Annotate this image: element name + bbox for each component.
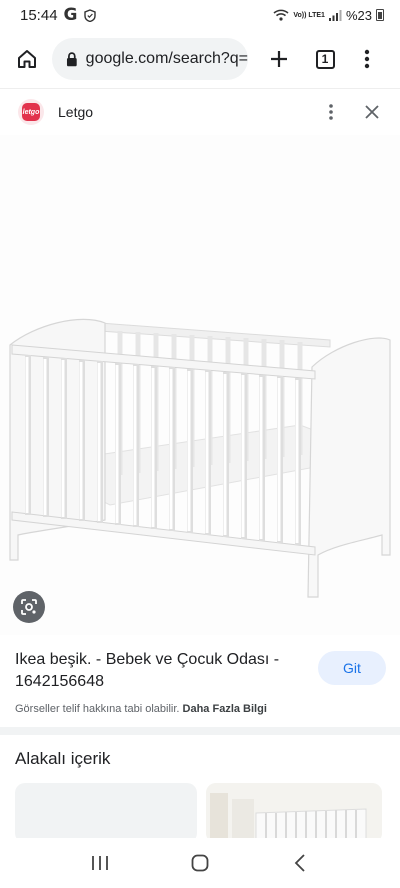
lock-icon xyxy=(66,51,77,66)
plus-icon xyxy=(271,51,287,67)
panel-header: letgo Letgo xyxy=(0,89,400,135)
back-icon xyxy=(294,854,305,872)
wifi-icon xyxy=(273,9,289,21)
volte-indicator: Vo)) LTE1 xyxy=(293,11,325,19)
related-content-heading: Alakalı içerik xyxy=(15,749,111,768)
copyright-notice: Görseller telif hakkına tabi olabilir. D… xyxy=(15,703,267,715)
shield-icon xyxy=(83,8,96,22)
signal-icon xyxy=(328,9,342,21)
copyright-text: Görseller telif hakkına tabi olabilir. xyxy=(15,703,180,715)
result-title[interactable]: Ikea beşik. - Bebek ve Çocuk Odası - 164… xyxy=(15,649,305,693)
panel-menu-button[interactable] xyxy=(326,102,336,122)
image-detail-panel: letgo Letgo Ikea beşik. - Bebek ve Çocuk… xyxy=(0,88,400,843)
system-nav-bar xyxy=(0,838,400,888)
more-vert-icon xyxy=(364,49,370,69)
nav-home-button[interactable] xyxy=(180,848,220,878)
section-divider xyxy=(0,727,400,735)
source-logo[interactable]: letgo xyxy=(18,99,44,125)
recents-icon xyxy=(92,856,108,870)
status-time: 15:44 xyxy=(20,6,58,24)
letgo-logo: letgo xyxy=(22,103,40,121)
url-text: google.com/search?q= xyxy=(85,50,248,67)
close-button[interactable] xyxy=(362,102,382,122)
lens-button[interactable] xyxy=(13,591,45,623)
related-card[interactable] xyxy=(206,783,382,843)
url-bar[interactable]: google.com/search?q= xyxy=(52,38,248,80)
battery-percent: %23 xyxy=(345,7,372,23)
related-card[interactable] xyxy=(15,783,197,843)
home-button[interactable] xyxy=(10,42,44,76)
home-icon xyxy=(18,50,36,68)
close-icon xyxy=(365,105,379,119)
back-button[interactable] xyxy=(280,848,320,878)
lens-icon xyxy=(21,599,37,615)
header-actions xyxy=(326,102,382,122)
browser-toolbar: google.com/search?q= 1 xyxy=(0,30,400,88)
status-left: 15:44 G xyxy=(20,5,96,25)
visit-button[interactable]: Git xyxy=(318,651,386,685)
new-tab-button[interactable] xyxy=(262,42,296,76)
tab-count: 1 xyxy=(315,49,335,69)
nav-home-icon xyxy=(191,854,209,872)
battery-icon xyxy=(376,9,384,21)
crib-image xyxy=(0,135,400,635)
related-crib-thumbnail xyxy=(206,783,382,843)
more-vert-icon xyxy=(329,104,333,120)
recents-button[interactable] xyxy=(80,848,120,878)
g-notification-icon: G xyxy=(63,5,78,25)
source-name[interactable]: Letgo xyxy=(58,104,93,120)
more-info-link[interactable]: Daha Fazla Bilgi xyxy=(183,703,267,715)
result-image[interactable] xyxy=(0,135,400,635)
tab-switcher-button[interactable]: 1 xyxy=(308,42,342,76)
result-title-row: Ikea beşik. - Bebek ve Çocuk Odası - 164… xyxy=(0,649,400,693)
status-bar: 15:44 G Vo)) LTE1 %23 xyxy=(0,0,400,30)
status-right: Vo)) LTE1 %23 xyxy=(273,8,384,23)
browser-menu-button[interactable] xyxy=(350,42,384,76)
